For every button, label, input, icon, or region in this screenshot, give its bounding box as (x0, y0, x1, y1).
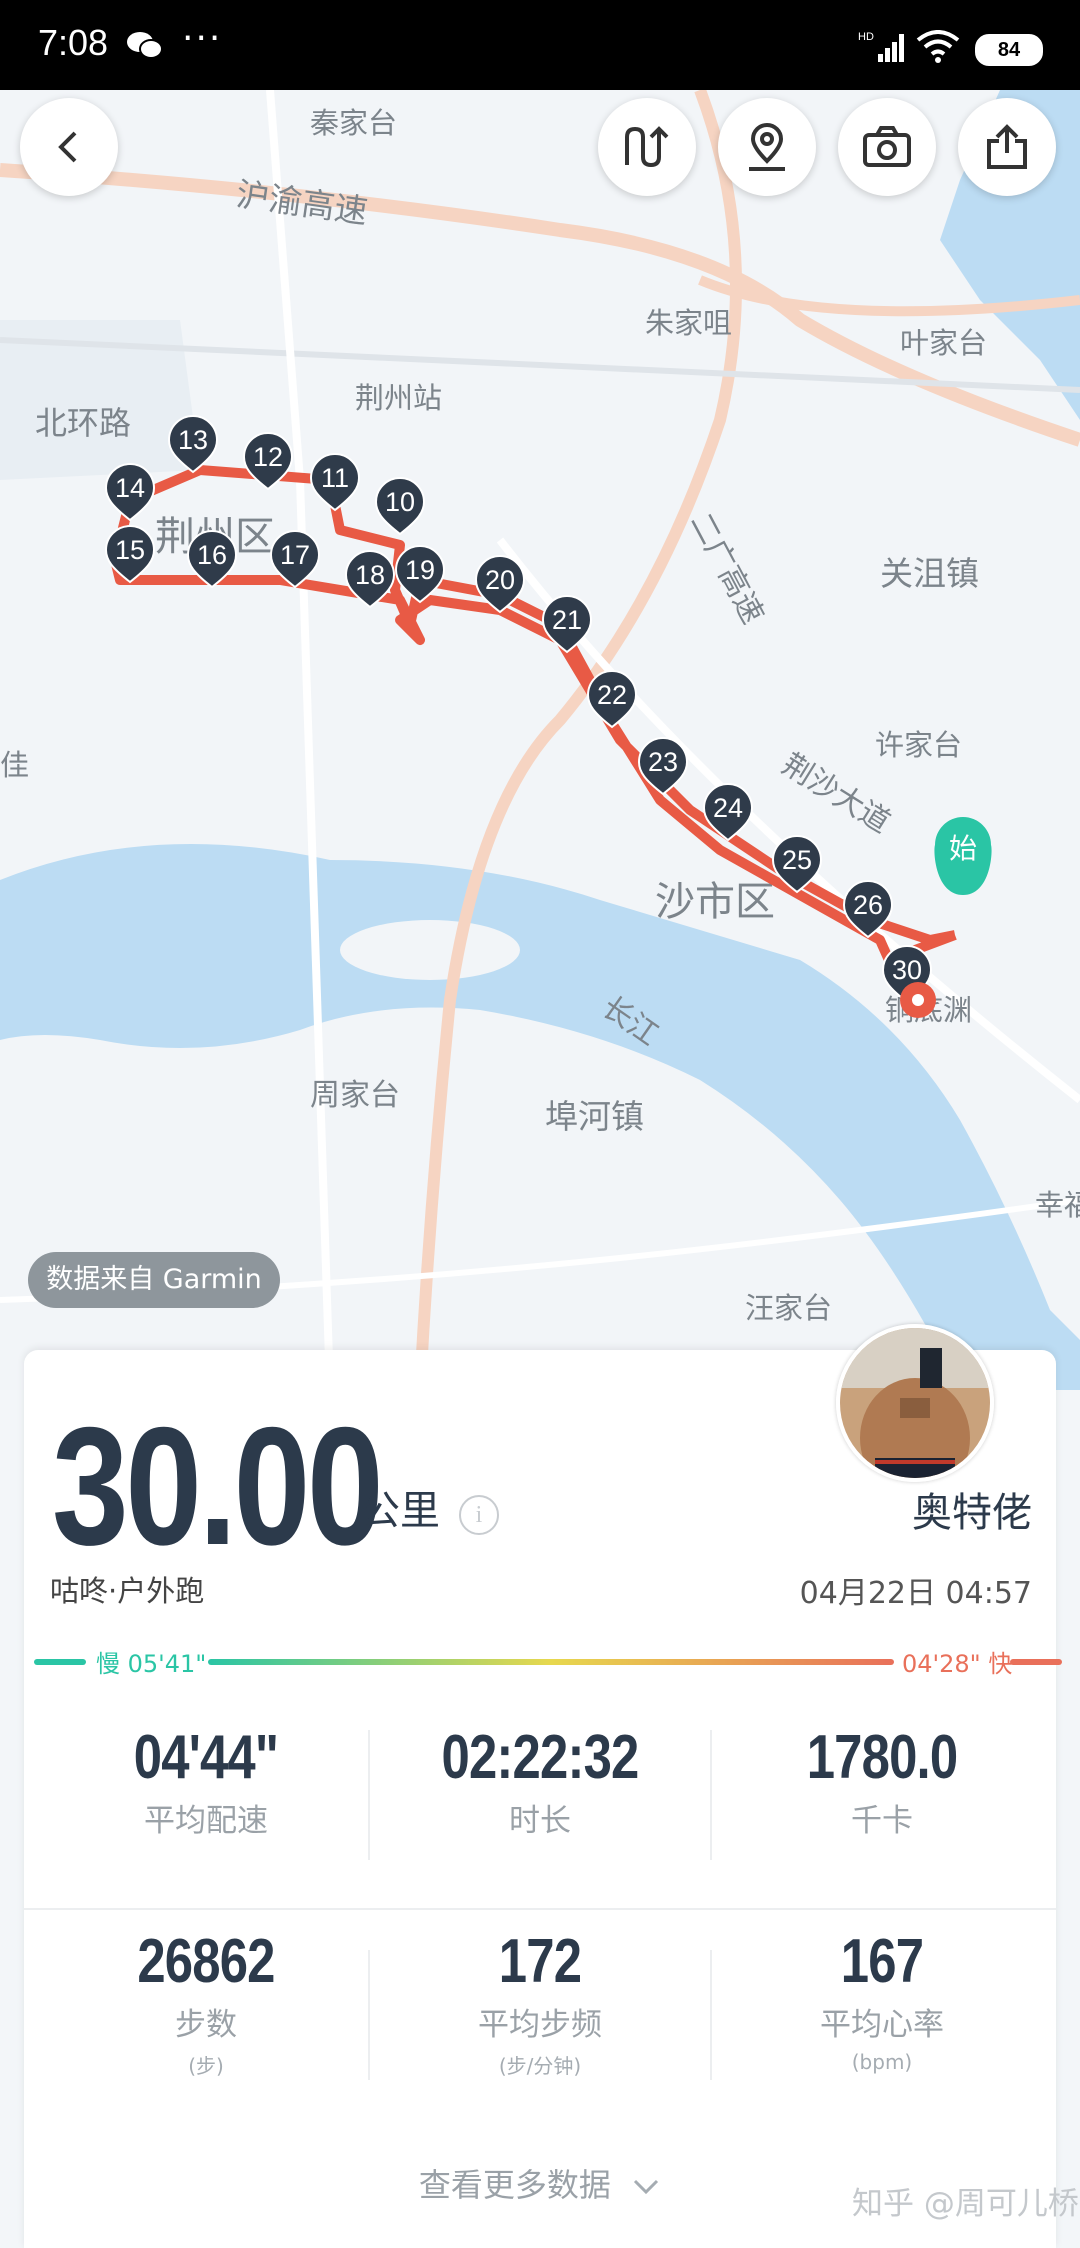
info-icon[interactable]: i (459, 1495, 499, 1535)
activity-date: 04月22日 04:57 (799, 1576, 1032, 1611)
map-label-guanju-town: 关沮镇 (880, 554, 979, 593)
stat-avg-pace: 04'44" 平均配速 (36, 1722, 376, 1840)
distance-unit: 公里 (360, 1488, 440, 1534)
km-marker-label: 26 (853, 890, 883, 920)
route-button[interactable] (598, 98, 696, 196)
share-icon (987, 124, 1027, 169)
chevron-down-icon (634, 2179, 659, 2195)
km-marker-label: 20 (485, 565, 515, 595)
camera-icon (863, 126, 911, 167)
stat-value: 02:22:32 (441, 1723, 640, 1792)
map-label-jia2: 佳 (0, 748, 29, 782)
river-island (340, 920, 520, 980)
back-button[interactable] (20, 98, 118, 196)
stat-label: 平均步频 (478, 2007, 602, 2043)
km-marker-label: 18 (355, 560, 385, 590)
activity-type: 咕咚·户外跑 (50, 1574, 205, 1608)
map-label-buhe-town: 埠河镇 (545, 1097, 644, 1136)
camera-button[interactable] (838, 98, 936, 196)
stat-value: 167 (840, 1927, 924, 1996)
stat-value: 26862 (137, 1927, 275, 1996)
more-data-label: 查看更多数据 (418, 2166, 611, 2204)
map-label-xujiatai: 许家台 (875, 728, 962, 762)
pace-range-bar: 慢 05'41" 04'28" 快 (34, 1642, 1062, 1682)
start-marker: 始 (934, 817, 992, 895)
pace-fast-label: 04'28" 快 (902, 1650, 1013, 1678)
km-marker-label: 23 (648, 747, 678, 777)
km-marker-label: 21 (552, 605, 582, 635)
stat-unit: (bpm) (851, 2050, 913, 2074)
map-label-jingzhou-station: 荆州站 (355, 381, 442, 415)
route-map[interactable]: 秦家台 沪渝高速 朱家咀 叶家台 荆州站 北环路 荆州区 关沮镇 二广高速 许家… (0, 90, 1080, 1390)
km-marker-label: 25 (782, 845, 812, 875)
km-marker-label: 13 (178, 425, 208, 455)
network-label: HD (858, 31, 874, 43)
avatar-image (840, 1328, 990, 1478)
stat-label: 时长 (509, 1803, 571, 1839)
pace-fast-line (1010, 1659, 1062, 1665)
status-time: 7:08 (38, 22, 109, 63)
map-label-wangjiatai: 汪家台 (745, 1291, 832, 1325)
signal-icon: HD (858, 31, 904, 62)
stat-value: 1780.0 (806, 1723, 958, 1792)
start-label: 始 (949, 832, 977, 865)
stat-value: 04'44" (133, 1723, 279, 1792)
summary-card: 30.00 公里 i 奥特佬 咕咚·户外跑 04月22日 04:57 慢 05'… (24, 1324, 1062, 2248)
pace-slow-line (34, 1659, 86, 1665)
stat-unit: (步) (188, 2054, 224, 2078)
km-marker-label: 24 (713, 793, 743, 823)
km-marker-label: 22 (597, 680, 627, 710)
km-marker-label: 14 (115, 473, 145, 503)
stat-label: 平均配速 (144, 1803, 268, 1839)
data-source-badge: 数据来自 Garmin (28, 1252, 280, 1308)
stat-cadence: 172 平均步频 (步/分钟) (370, 1926, 710, 2079)
stat-calories: 1780.0 千卡 (712, 1722, 1052, 1840)
pace-slow-label: 慢 05'41" (96, 1650, 207, 1678)
km-marker-label: 15 (115, 535, 145, 565)
km-marker-label: 17 (280, 540, 310, 570)
location-button[interactable] (718, 98, 816, 196)
km-marker-label: 19 (405, 555, 435, 585)
stat-value: 172 (498, 1927, 582, 1996)
stat-label: 千卡 (851, 1803, 913, 1839)
stat-steps: 26862 步数 (步) (36, 1926, 376, 2079)
stat-heart-rate: 167 平均心率 (bpm) (712, 1926, 1052, 2074)
map-label-shashi-district: 沙市区 (655, 879, 775, 925)
wifi-icon (916, 30, 960, 63)
map-label-yejiatai: 叶家台 (900, 326, 987, 360)
pace-gradient (208, 1659, 894, 1665)
map-label-zhoujiatai: 周家台 (310, 1078, 400, 1113)
stat-duration: 02:22:32 时长 (370, 1722, 710, 1840)
stats-divider (24, 1908, 1056, 1910)
location-pin-icon (749, 123, 785, 171)
status-bar: 7:08 ··· HD 84 (0, 0, 1080, 90)
map-label-xingfu: 幸福 (1035, 1188, 1080, 1222)
end-marker (900, 982, 936, 1018)
map-label-beihuan-road: 北环路 (35, 404, 131, 442)
back-icon (58, 131, 77, 163)
stat-unit: (步/分钟) (498, 2054, 582, 2078)
watermark: 知乎 @周可儿桥 (852, 2186, 1079, 2222)
map-label-zhujiazui: 朱家咀 (645, 306, 732, 340)
km-marker-label: 30 (892, 955, 922, 985)
stat-label: 平均心率 (820, 2007, 944, 2043)
km-marker-label: 11 (321, 463, 349, 493)
km-marker-label: 10 (385, 487, 415, 517)
stat-label: 步数 (175, 2007, 237, 2043)
share-button[interactable] (958, 98, 1056, 196)
username[interactable]: 奥特佬 (912, 1480, 1032, 1538)
route-icon (625, 126, 669, 168)
battery-indicator: 84 (975, 34, 1043, 66)
km-marker-label: 16 (197, 540, 227, 570)
status-more-icon: ··· (182, 18, 223, 59)
map-label-qinjiatai: 秦家台 (310, 106, 397, 140)
km-marker-label: 12 (253, 442, 283, 472)
avatar[interactable] (836, 1324, 994, 1482)
wechat-icon (127, 32, 163, 59)
distance-value: 30.00 (52, 1392, 384, 1580)
